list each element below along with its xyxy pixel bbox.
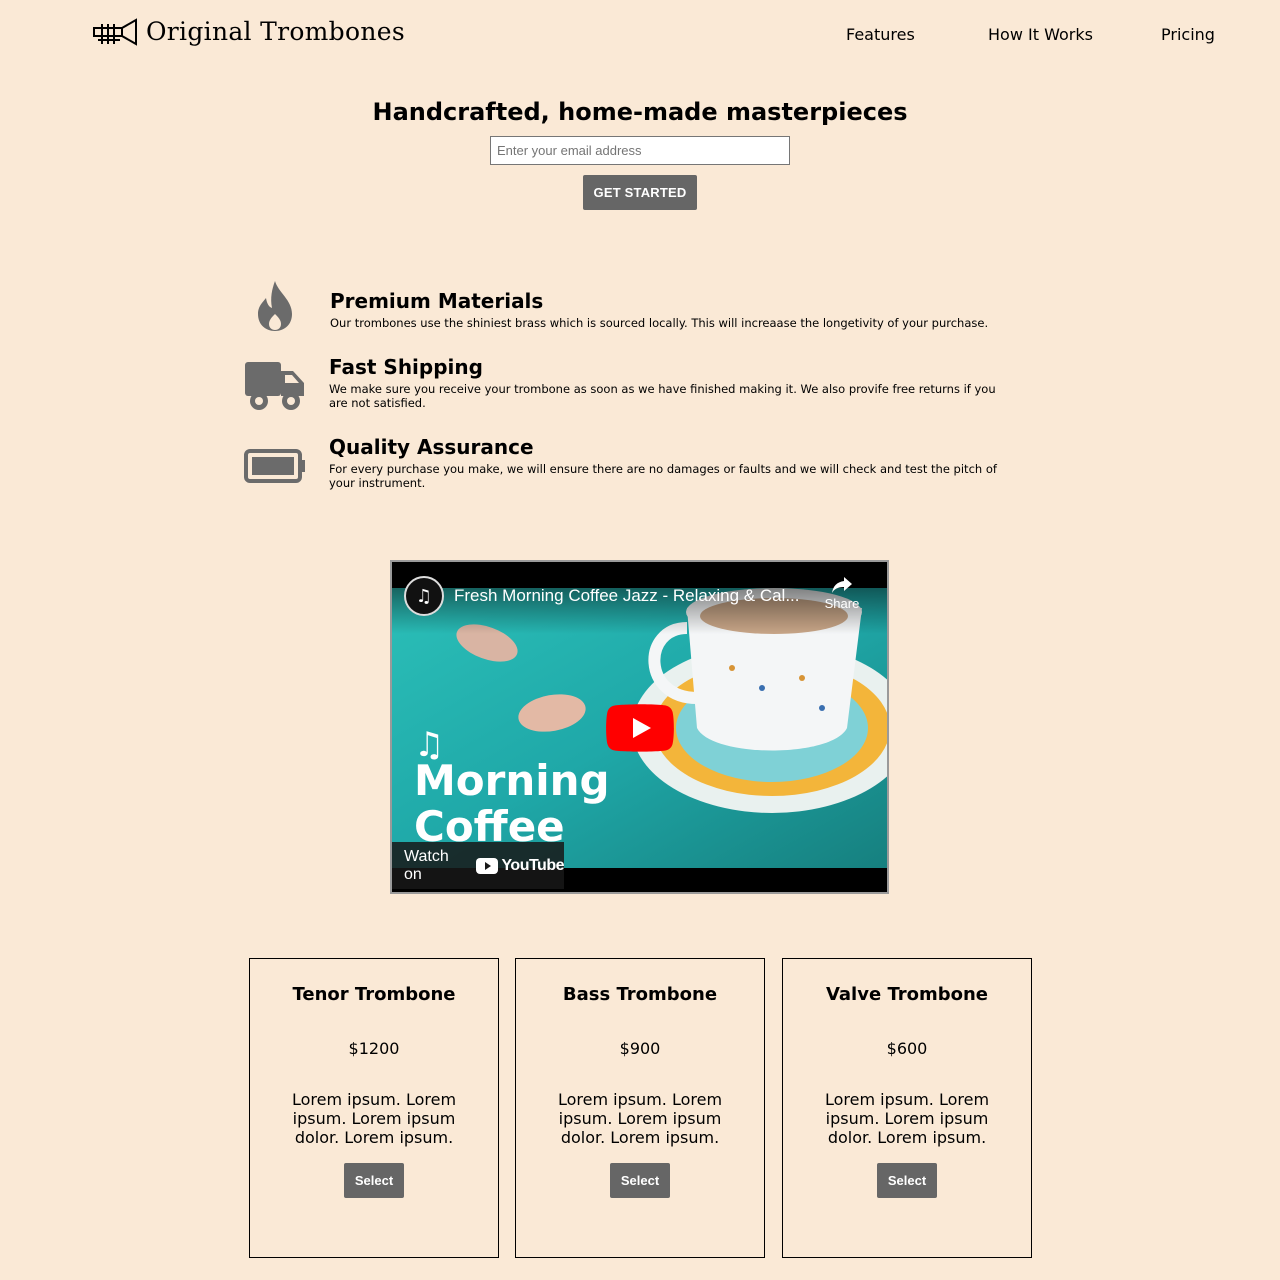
share-button[interactable]: Share	[822, 576, 862, 622]
email-input[interactable]	[490, 136, 790, 165]
select-button[interactable]: Select	[610, 1163, 670, 1198]
pricing-card-tenor: Tenor Trombone $1200 Lorem ipsum. Lorem …	[249, 958, 499, 1258]
nav-pricing[interactable]: Pricing	[1161, 24, 1215, 46]
brand-name: Original Trombones	[146, 17, 405, 46]
card-description: Lorem ipsum. Lorem ipsum. Lorem ipsum do…	[291, 1090, 457, 1147]
share-label: Share	[824, 596, 860, 611]
select-button[interactable]: Select	[877, 1163, 937, 1198]
feature-title: Premium Materials	[330, 289, 544, 313]
feature-title: Fast Shipping	[329, 355, 483, 379]
site-header: Original Trombones Features How It Works…	[0, 0, 1280, 70]
watch-on-youtube-link[interactable]: Watch on YouTube	[392, 842, 564, 889]
card-description: Lorem ipsum. Lorem ipsum. Lorem ipsum do…	[824, 1090, 990, 1147]
hero-title: Handcrafted, home-made masterpieces	[372, 98, 908, 126]
card-description: Lorem ipsum. Lorem ipsum. Lorem ipsum do…	[557, 1090, 723, 1147]
thumbnail-text: Morning	[414, 756, 610, 805]
brand-logo[interactable]: Original Trombones	[92, 16, 405, 48]
video-embed[interactable]: ♫ Morning Coffee ♫ Fresh Morning Coffee …	[390, 560, 889, 894]
nav-features[interactable]: Features	[846, 24, 915, 46]
nav-how-it-works[interactable]: How It Works	[988, 24, 1093, 46]
watch-on-label: Watch on	[404, 847, 449, 883]
feature-title: Quality Assurance	[329, 435, 534, 459]
feature-description: Our trombones use the shiniest brass whi…	[330, 316, 989, 330]
card-price: $600	[886, 1039, 928, 1058]
card-title: Bass Trombone	[562, 984, 718, 1005]
card-title: Valve Trombone	[825, 984, 989, 1005]
battery-icon	[244, 449, 305, 483]
channel-avatar[interactable]: ♫	[404, 576, 444, 616]
select-button[interactable]: Select	[344, 1163, 404, 1198]
trumpet-icon	[93, 18, 137, 46]
pricing-card-valve: Valve Trombone $600 Lorem ipsum. Lorem i…	[782, 958, 1032, 1258]
card-price: $1200	[348, 1039, 400, 1058]
fire-icon	[258, 281, 292, 331]
share-icon	[832, 577, 852, 593]
card-price: $900	[619, 1039, 661, 1058]
pricing-card-bass: Bass Trombone $900 Lorem ipsum. Lorem ip…	[515, 958, 765, 1258]
youtube-icon	[476, 857, 499, 874]
truck-icon	[245, 362, 304, 410]
card-title: Tenor Trombone	[292, 984, 456, 1005]
youtube-label: YouTube	[501, 856, 564, 874]
play-icon[interactable]	[606, 704, 674, 752]
get-started-button[interactable]: GET STARTED	[583, 175, 697, 210]
feature-description: For every purchase you make, we will ens…	[329, 462, 997, 490]
youtube-logo: YouTube	[476, 857, 564, 875]
video-title[interactable]: Fresh Morning Coffee Jazz - Relaxing & C…	[454, 585, 814, 607]
feature-description: We make sure you receive your trombone a…	[329, 382, 996, 410]
